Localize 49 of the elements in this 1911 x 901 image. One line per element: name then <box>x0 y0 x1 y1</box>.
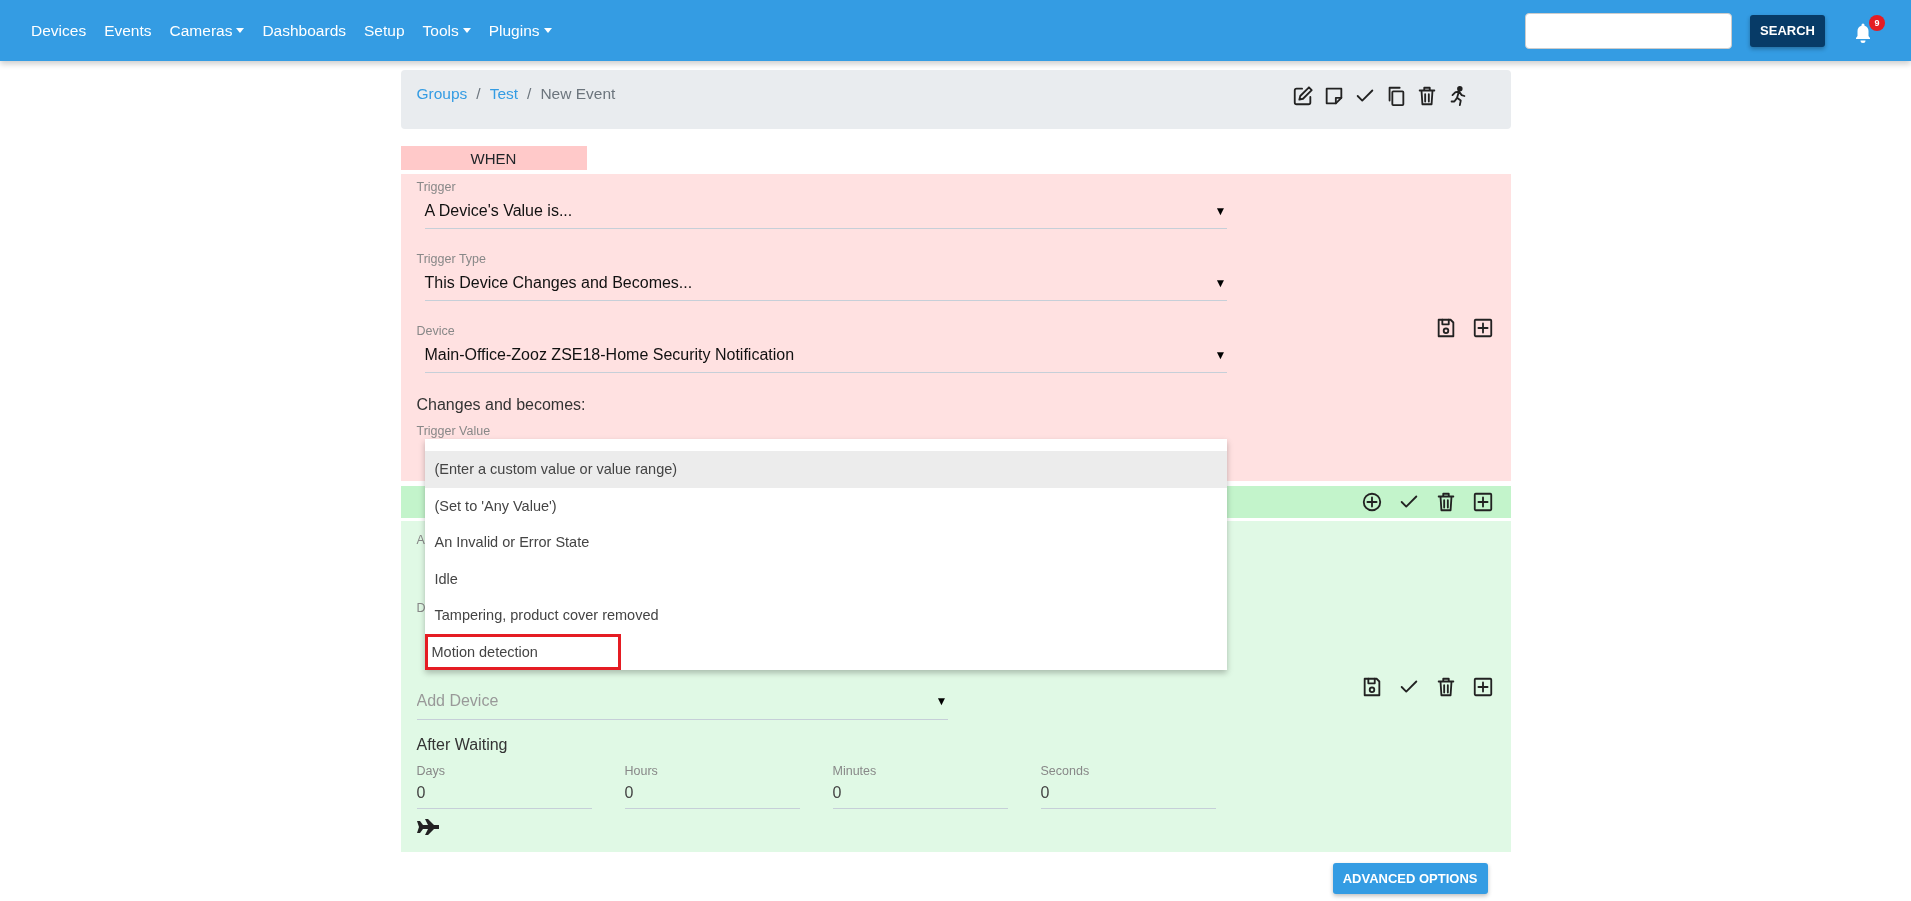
edit-icon[interactable] <box>1291 85 1314 107</box>
airplane-icon[interactable] <box>416 819 439 835</box>
caret-icon[interactable] <box>236 28 245 33</box>
dropdown-option[interactable]: Motion detection <box>424 633 1227 670</box>
number-field[interactable]: 0 <box>416 778 592 809</box>
caret-icon[interactable] <box>543 28 552 33</box>
select-field[interactable]: Main-Office-Zooz ZSE18-Home Security Notification ▼ <box>424 338 1227 373</box>
select-field[interactable]: This Device Changes and Becomes... ▼ <box>424 266 1227 301</box>
field-label: A <box>416 533 425 547</box>
breadcrumb-current: New Event <box>540 85 616 103</box>
caret-icon[interactable] <box>462 28 471 33</box>
dropdown-option[interactable]: (Set to 'Any Value') <box>424 487 1227 524</box>
field-label: Days <box>416 764 446 778</box>
select-field[interactable]: Add Device <box>416 692 936 710</box>
select-field[interactable]: A Device's Value is... ▼ <box>424 194 1227 229</box>
dropdown-option[interactable]: An Invalid or Error State <box>424 524 1227 561</box>
option-label: (Enter a custom value or value range) <box>433 460 679 480</box>
field-label: Trigger Type <box>416 252 487 266</box>
when-label: WHEN <box>400 146 587 170</box>
section-heading: After Waiting <box>416 736 509 754</box>
option-label: Idle <box>433 569 459 589</box>
field-label: Trigger Value <box>416 424 492 438</box>
breadcrumb-separator: / <box>476 85 481 103</box>
dropdown-option[interactable]: Idle <box>424 560 1227 597</box>
plus-square-icon[interactable] <box>1471 675 1494 698</box>
number-field[interactable]: 0 <box>624 778 800 809</box>
field-label: Seconds <box>1040 764 1091 778</box>
option-label: Tampering, product cover removed <box>433 606 660 626</box>
number-field[interactable]: 0 <box>1040 778 1216 809</box>
field-label: Hours <box>624 764 659 778</box>
option-label: (Set to 'Any Value') <box>433 496 558 516</box>
dropdown-option[interactable]: (Enter a custom value or value range) <box>424 451 1227 488</box>
search-field[interactable] <box>1525 12 1733 49</box>
highlight-frame: Motion detection <box>427 636 618 667</box>
option-label: An Invalid or Error State <box>433 533 591 553</box>
plus-circle-icon[interactable] <box>1360 491 1383 513</box>
section-heading: Changes and becomes: <box>416 396 587 414</box>
dropdown-option[interactable]: Tampering, product cover removed <box>424 597 1227 634</box>
field-label: Minutes <box>832 764 878 778</box>
plus-square-icon[interactable] <box>1471 491 1494 513</box>
field-label: D <box>416 601 426 615</box>
number-field[interactable]: 0 <box>832 778 1008 809</box>
field-label: Device <box>416 324 456 338</box>
field-label: Trigger <box>416 180 457 194</box>
notification-badge: 9 <box>1869 14 1885 31</box>
dropdown-arrow[interactable]: ▼ <box>935 694 948 708</box>
plus-square-icon[interactable] <box>1471 316 1494 339</box>
search-button[interactable]: SEARCH <box>1750 14 1825 47</box>
breadcrumb-separator: / <box>527 85 532 103</box>
